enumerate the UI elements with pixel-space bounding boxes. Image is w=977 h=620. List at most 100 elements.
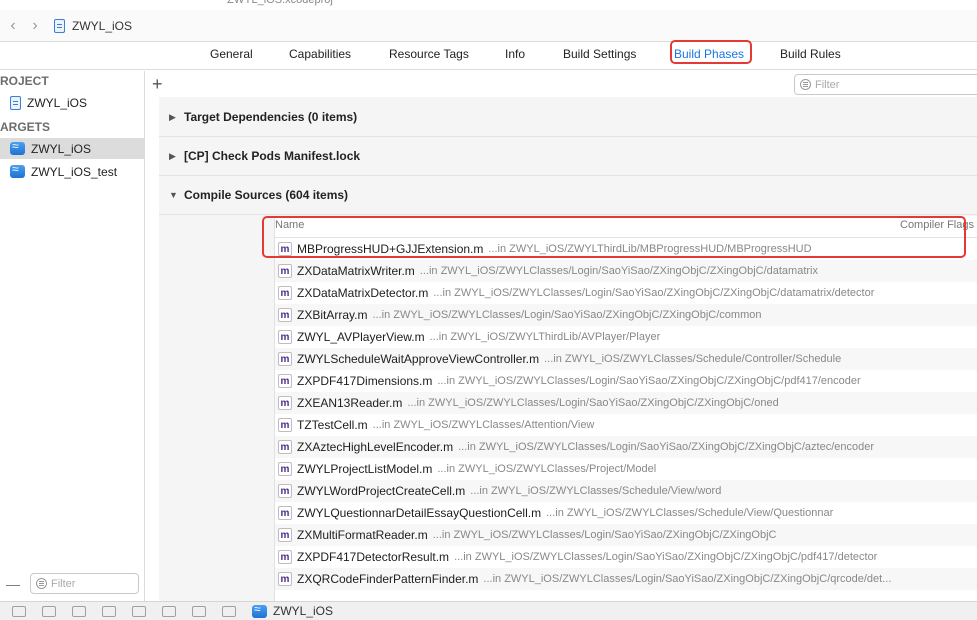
objc-source-file-icon: m [278,418,292,432]
sidebar-item-target-zwyl-ios[interactable]: ZWYL_iOS [0,138,144,159]
editor-tab-bar: General Capabilities Resource Tags Info … [0,42,977,70]
table-row[interactable]: m TZTestCell.m ...in ZWYL_iOS/ZWYLClasses/… [275,414,977,436]
tab-build-settings[interactable]: Build Settings [563,47,636,61]
disclosure-triangle-expanded-icon[interactable]: ▼ [169,190,184,200]
source-file-name: ZXPDF417Dimensions.m [297,374,433,388]
phase-compile-sources[interactable]: ▼ Compile Sources (604 items) [159,176,977,215]
table-row[interactable]: m ZWYLWordProjectCreateCell.m ...in ZWYL_i… [275,480,977,502]
source-file-name: ZXBitArray.m [297,308,368,322]
project-file-icon [10,95,21,110]
sidebar-item-label: ZWYL_iOS [27,95,88,110]
phase-target-dependencies[interactable]: ▶ Target Dependencies (0 items) [159,98,977,137]
source-file-path: ...in ZWYL_iOS/ZWYLClasses/Schedule/View… [546,507,834,519]
source-file-name: ZXPDF417DetectorResult.m [297,550,450,564]
table-row[interactable]: m ZXDataMatrixDetector.m ...in ZWYL_iOS/ZW… [275,282,977,304]
objc-source-file-icon: m [278,506,292,520]
sidebar-item-target-zwyl-ios-test[interactable]: ZWYL_iOS_test [0,161,144,182]
compile-sources-table: Name Compiler Flags m MBProgressHUD+GJJEx… [274,216,977,601]
build-phases-filter-field[interactable]: Filter [794,74,977,95]
objc-source-file-icon: m [278,396,292,410]
source-file-path: ...in ZWYL_iOS/ZWYLClasses/Login/SaoYiSa… [454,551,878,563]
tab-general[interactable]: General [210,47,253,61]
project-target-sidebar: ROJECT ZWYL_iOS ARGETS ZWYL_iOS ZWYL_iOS… [0,71,145,601]
back-arrow-icon[interactable]: ‹ [2,15,24,37]
app-target-icon [10,139,25,155]
table-row[interactable]: m ZWYLProjectListModel.m ...in ZWYL_iOS/ZW… [275,458,977,480]
phase-title: Target Dependencies (0 items) [184,110,358,124]
objc-source-file-icon: m [278,528,292,542]
source-file-name: ZXDataMatrixWriter.m [297,264,415,278]
step-over-icon[interactable] [72,605,86,617]
jump-bar: ‹ › ZWYL_iOS [0,10,977,42]
source-file-path: ...in ZWYL_iOS/ZWYLClasses/Schedule/View… [470,485,722,497]
source-file-name: ZXMultiFormatReader.m [297,528,428,542]
source-file-path: ...in ZWYL_iOS/ZWYLClasses/Login/SaoYiSa… [419,265,818,277]
table-row[interactable]: m ZXEAN13Reader.m ...in ZWYL_iOS/ZWYLClass… [275,392,977,414]
objc-source-file-icon: m [278,484,292,498]
app-target-icon [10,162,25,178]
project-file-icon [54,18,65,33]
table-row[interactable]: m ZWYL_AVPlayerView.m ...in ZWYL_iOS/ZWYLT… [275,326,977,348]
source-file-path: ...in ZWYL_iOS/ZWYLClasses/Attention/Vie… [372,419,595,431]
targets-section-header: ARGETS [0,120,51,134]
table-row[interactable]: m ZWYLScheduleWaitApproveViewController.m… [275,348,977,370]
source-file-name: ZWYL_AVPlayerView.m [297,330,425,344]
scheme-selector[interactable]: ZWYL_iOS [252,602,334,618]
step-in-icon[interactable] [102,605,116,617]
tab-resource-tags[interactable]: Resource Tags [389,47,469,61]
table-row[interactable]: m ZXAztecHighLevelEncoder.m ...in ZWYL_iOS… [275,436,977,458]
app-target-icon [252,602,267,618]
source-file-name: ZWYLQuestionnarDetailEssayQuestionCell.m [297,506,542,520]
table-row[interactable]: m ZXPDF417Dimensions.m ...in ZWYL_iOS/ZWYL… [275,370,977,392]
add-build-phase-button[interactable]: + [152,74,163,95]
table-row[interactable]: m ZXBitArray.m ...in ZWYL_iOS/ZWYLClasses/… [275,304,977,326]
hide-debug-area-icon[interactable] [12,605,26,617]
source-file-path: ...in ZWYL_iOS/ZWYLThirdLib/AVPlayer/Pla… [429,331,661,343]
disclosure-triangle-collapsed-icon[interactable]: ▶ [169,112,184,123]
table-row[interactable]: m ZXMultiFormatReader.m ...in ZWYL_iOS/ZWY… [275,524,977,546]
scheme-label: ZWYL_iOS [273,604,334,618]
phase-title: [CP] Check Pods Manifest.lock [184,149,361,163]
row-highlight-box [262,216,966,258]
debug-bar: ZWYL_iOS [0,601,977,620]
sidebar-item-project[interactable]: ZWYL_iOS [0,92,144,113]
phase-check-pods-manifest[interactable]: ▶ [CP] Check Pods Manifest.lock [159,137,977,176]
source-file-path: ...in ZWYL_iOS/ZWYLClasses/Login/SaoYiSa… [433,287,875,299]
location-icon[interactable] [222,605,236,617]
objc-source-file-icon: m [278,330,292,344]
source-file-name: ZXEAN13Reader.m [297,396,403,410]
view-hierarchy-icon[interactable] [162,605,176,617]
table-row[interactable]: m ZXDataMatrixWriter.m ...in ZWYL_iOS/ZWYL… [275,260,977,282]
source-file-name: ZXAztecHighLevelEncoder.m [297,440,454,454]
source-file-name: ZWYLProjectListModel.m [297,462,433,476]
disclosure-triangle-collapsed-icon[interactable]: ▶ [169,151,184,162]
step-out-icon[interactable] [132,605,146,617]
memory-graph-icon[interactable] [192,605,206,617]
source-file-path: ...in ZWYL_iOS/ZWYLClasses/Login/SaoYiSa… [483,573,892,585]
jump-bar-project-label: ZWYL_iOS [72,18,133,33]
source-file-path: ...in ZWYL_iOS/ZWYLClasses/Login/SaoYiSa… [458,441,875,453]
objc-source-file-icon: m [278,374,292,388]
remove-target-button[interactable]: — [6,576,20,592]
tab-capabilities[interactable]: Capabilities [289,47,351,61]
source-file-path: ...in ZWYL_iOS/ZWYLClasses/Project/Model [437,463,657,475]
objc-source-file-icon: m [278,462,292,476]
table-row[interactable]: m ZWYLQuestionnarDetailEssayQuestionCell.… [275,502,977,524]
objc-source-file-icon: m [278,572,292,586]
build-phases-editor: + Filter ▶ Target Dependencies (0 items)… [146,71,977,601]
source-file-path: ...in ZWYL_iOS/ZWYLClasses/Login/SaoYiSa… [407,397,779,409]
table-row[interactable]: m ZXPDF417DetectorResult.m ...in ZWYL_iOS/… [275,546,977,568]
pause-icon[interactable] [42,605,56,617]
source-file-name: ZXQRCodeFinderPatternFinder.m [297,572,479,586]
window-title: ZWYL_iOS.xcodeproj [227,0,333,6]
sidebar-filter-field[interactable]: Filter [30,573,139,594]
tab-build-rules[interactable]: Build Rules [780,47,841,61]
table-row[interactable]: m ZXQRCodeFinderPatternFinder.m ...in ZWYL… [275,568,977,590]
objc-source-file-icon: m [278,286,292,300]
objc-source-file-icon: m [278,440,292,454]
forward-arrow-icon[interactable]: › [24,15,46,37]
source-file-path: ...in ZWYL_iOS/ZWYLClasses/Login/SaoYiSa… [437,375,861,387]
jump-bar-project[interactable]: ZWYL_iOS [54,18,133,33]
source-file-name: ZWYLWordProjectCreateCell.m [297,484,466,498]
tab-info[interactable]: Info [505,47,525,61]
